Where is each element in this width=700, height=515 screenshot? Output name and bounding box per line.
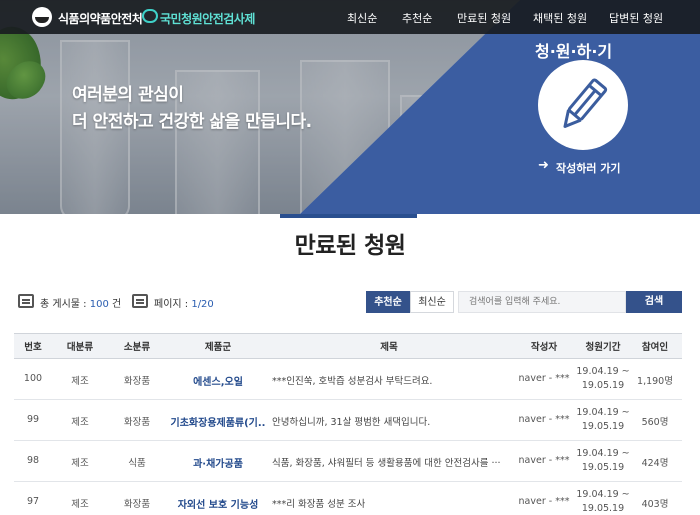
write-petition-button[interactable] xyxy=(538,60,628,150)
col-header-author: 작성자 xyxy=(530,342,558,353)
nav-recommended[interactable]: 추천순 xyxy=(402,10,432,26)
cell-participants: 403명 xyxy=(641,499,669,510)
cell-subject[interactable]: 식품, 화장품, 샤워필터 등 생활용품에 대한 안전검사를 ··· xyxy=(272,455,501,469)
page-title: 만료된 청원 xyxy=(294,233,406,259)
brand-name[interactable]: 식품의약품안전처 xyxy=(58,10,143,27)
cell-period: 19.05.19 xyxy=(581,380,625,391)
board-icon xyxy=(18,294,34,308)
cell-product-group[interactable]: 기초화장용제품류(기.. xyxy=(171,414,266,429)
cell-period: 19.04.19 ~ xyxy=(576,366,630,377)
page-icon xyxy=(132,294,148,308)
nav-latest[interactable]: 최신순 xyxy=(347,10,377,26)
cell-period: 19.04.19 ~ xyxy=(576,489,630,500)
cell-participants: 1,190명 xyxy=(637,376,673,387)
pencil-icon xyxy=(563,78,608,128)
cell-number: 100 xyxy=(23,373,43,384)
cell-subject[interactable]: ***리 화장품 성분 조사 xyxy=(272,496,365,510)
table-header xyxy=(14,333,682,359)
total-posts-count: 100 xyxy=(89,299,109,310)
cell-author: naver - *** xyxy=(518,455,570,466)
nav-expired[interactable]: 만료된 청원 xyxy=(457,10,511,26)
gov-logo-icon[interactable] xyxy=(32,7,52,27)
col-header-participants: 참여인 xyxy=(641,342,669,353)
cell-number: 97 xyxy=(26,496,40,507)
arrow-right-icon: ➜ xyxy=(538,158,549,173)
cell-category: 제조 xyxy=(71,376,89,387)
cell-subject[interactable]: 안녕하십니까, 31살 평범한 새댁입니다. xyxy=(272,414,430,428)
total-posts-unit: 건 xyxy=(108,299,122,310)
cell-author: naver - *** xyxy=(518,496,570,507)
cell-category: 제조 xyxy=(71,417,89,428)
col-header-period: 청원기간 xyxy=(585,342,621,353)
petition-title: 청·원·하·기 xyxy=(535,42,613,61)
col-header-subcategory: 소분류 xyxy=(123,342,151,353)
cell-category: 제조 xyxy=(71,458,89,469)
col-header-category: 대분류 xyxy=(66,342,94,353)
total-posts: 총 게시물 : 100 건 xyxy=(40,295,121,310)
cell-participants: 560명 xyxy=(641,417,669,428)
cell-subcategory: 식품 xyxy=(128,458,146,469)
cell-category: 제조 xyxy=(71,499,89,510)
cell-subcategory: 화장품 xyxy=(123,376,151,387)
write-petition-link[interactable]: 작성하러 가기 xyxy=(556,160,621,176)
cell-author: naver - *** xyxy=(518,414,570,425)
cell-period: 19.05.19 xyxy=(581,503,625,514)
chat-bubble-icon xyxy=(142,9,158,23)
col-header-product-group: 제품군 xyxy=(204,342,232,353)
cell-number: 98 xyxy=(26,455,40,466)
top-navigation-bar: 식품의약품안전처 국민청원안전검사제 최신순 추천순 만료된 청원 채택된 청원… xyxy=(0,0,700,34)
cell-author: naver - *** xyxy=(518,373,570,384)
sort-latest-button[interactable]: 최신순 xyxy=(410,291,454,313)
col-header-number: 번호 xyxy=(24,342,42,353)
hero-slogan-line1: 여러분의 관심이 xyxy=(72,85,184,105)
page-indicator-label: 페이지 : xyxy=(154,299,192,310)
cell-period: 19.05.19 xyxy=(581,462,625,473)
cell-number: 99 xyxy=(26,414,40,425)
page-indicator-value: 1/20 xyxy=(191,299,214,310)
hero-slogan-line2: 더 안전하고 건강한 삶을 만듭니다. xyxy=(72,112,312,132)
search-button[interactable]: 검색 xyxy=(626,291,682,313)
cell-product-group[interactable]: 에센스,오일 xyxy=(193,373,243,388)
cell-subcategory: 화장품 xyxy=(123,499,151,510)
cell-period: 19.05.19 xyxy=(581,421,625,432)
nav-answered[interactable]: 답변된 청원 xyxy=(609,10,663,26)
total-posts-label: 총 게시물 : xyxy=(40,299,90,310)
col-header-subject: 제목 xyxy=(380,342,398,353)
cell-product-group[interactable]: 과·채가공품 xyxy=(193,455,243,470)
sort-recommend-button[interactable]: 추천순 xyxy=(366,291,410,313)
page-indicator: 페이지 : 1/20 xyxy=(154,295,214,310)
search-input[interactable] xyxy=(458,291,626,313)
cell-participants: 424명 xyxy=(641,458,669,469)
cell-period: 19.04.19 ~ xyxy=(576,407,630,418)
nav-adopted[interactable]: 채택된 청원 xyxy=(533,10,587,26)
cell-subject[interactable]: ***인진쑥, 호박즙 성분검사 부탁드려요. xyxy=(272,373,432,387)
sub-brand-name[interactable]: 국민청원안전검사제 xyxy=(160,10,255,27)
cell-subcategory: 화장품 xyxy=(123,417,151,428)
title-accent-bar xyxy=(280,214,417,218)
cell-period: 19.04.19 ~ xyxy=(576,448,630,459)
hero-banner: 식품의약품안전처 국민청원안전검사제 최신순 추천순 만료된 청원 채택된 청원… xyxy=(0,0,700,214)
cell-product-group[interactable]: 자외선 보호 기능성 xyxy=(178,496,259,511)
